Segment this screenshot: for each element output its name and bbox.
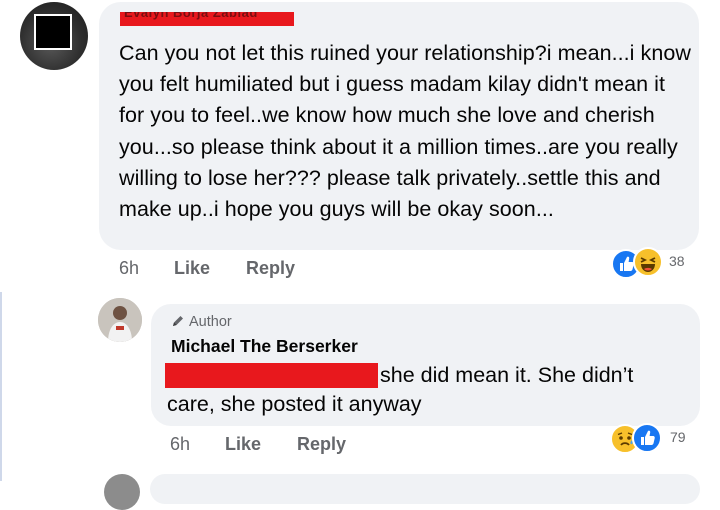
commenter-name[interactable]: Michael The Berserker bbox=[171, 336, 358, 357]
author-badge: Author bbox=[171, 314, 232, 330]
comment-text-line2: care, she posted it anyway bbox=[167, 392, 422, 416]
comment-text: Can you not let this ruined your relatio… bbox=[119, 41, 691, 222]
reaction-count: 38 bbox=[669, 253, 685, 269]
next-comment-bubble bbox=[150, 474, 700, 504]
next-commenter-avatar[interactable] bbox=[104, 474, 140, 510]
reaction-summary[interactable]: 79 bbox=[610, 422, 696, 454]
reaction-count: 79 bbox=[670, 429, 686, 445]
comment-timestamp[interactable]: 6h bbox=[119, 258, 139, 279]
redaction-box bbox=[165, 363, 378, 388]
haha-icon bbox=[633, 247, 663, 277]
like-icon bbox=[632, 423, 662, 453]
pencil-icon bbox=[173, 316, 183, 326]
comment-text-line1: she did mean it. She didn’t bbox=[380, 363, 634, 387]
reply-button[interactable]: Reply bbox=[246, 258, 295, 279]
avatar-censor-box bbox=[34, 14, 72, 50]
like-button[interactable]: Like bbox=[174, 258, 210, 279]
commenter-avatar[interactable] bbox=[20, 2, 88, 70]
thread-line bbox=[0, 292, 2, 481]
redacted-commenter-name[interactable]: Evalyn Borja Zabiad bbox=[120, 12, 294, 26]
like-button[interactable]: Like bbox=[225, 434, 261, 455]
comment-timestamp[interactable]: 6h bbox=[170, 434, 190, 455]
reply-button[interactable]: Reply bbox=[297, 434, 346, 455]
reaction-summary[interactable]: 38 bbox=[611, 247, 691, 279]
author-avatar[interactable] bbox=[98, 298, 142, 342]
